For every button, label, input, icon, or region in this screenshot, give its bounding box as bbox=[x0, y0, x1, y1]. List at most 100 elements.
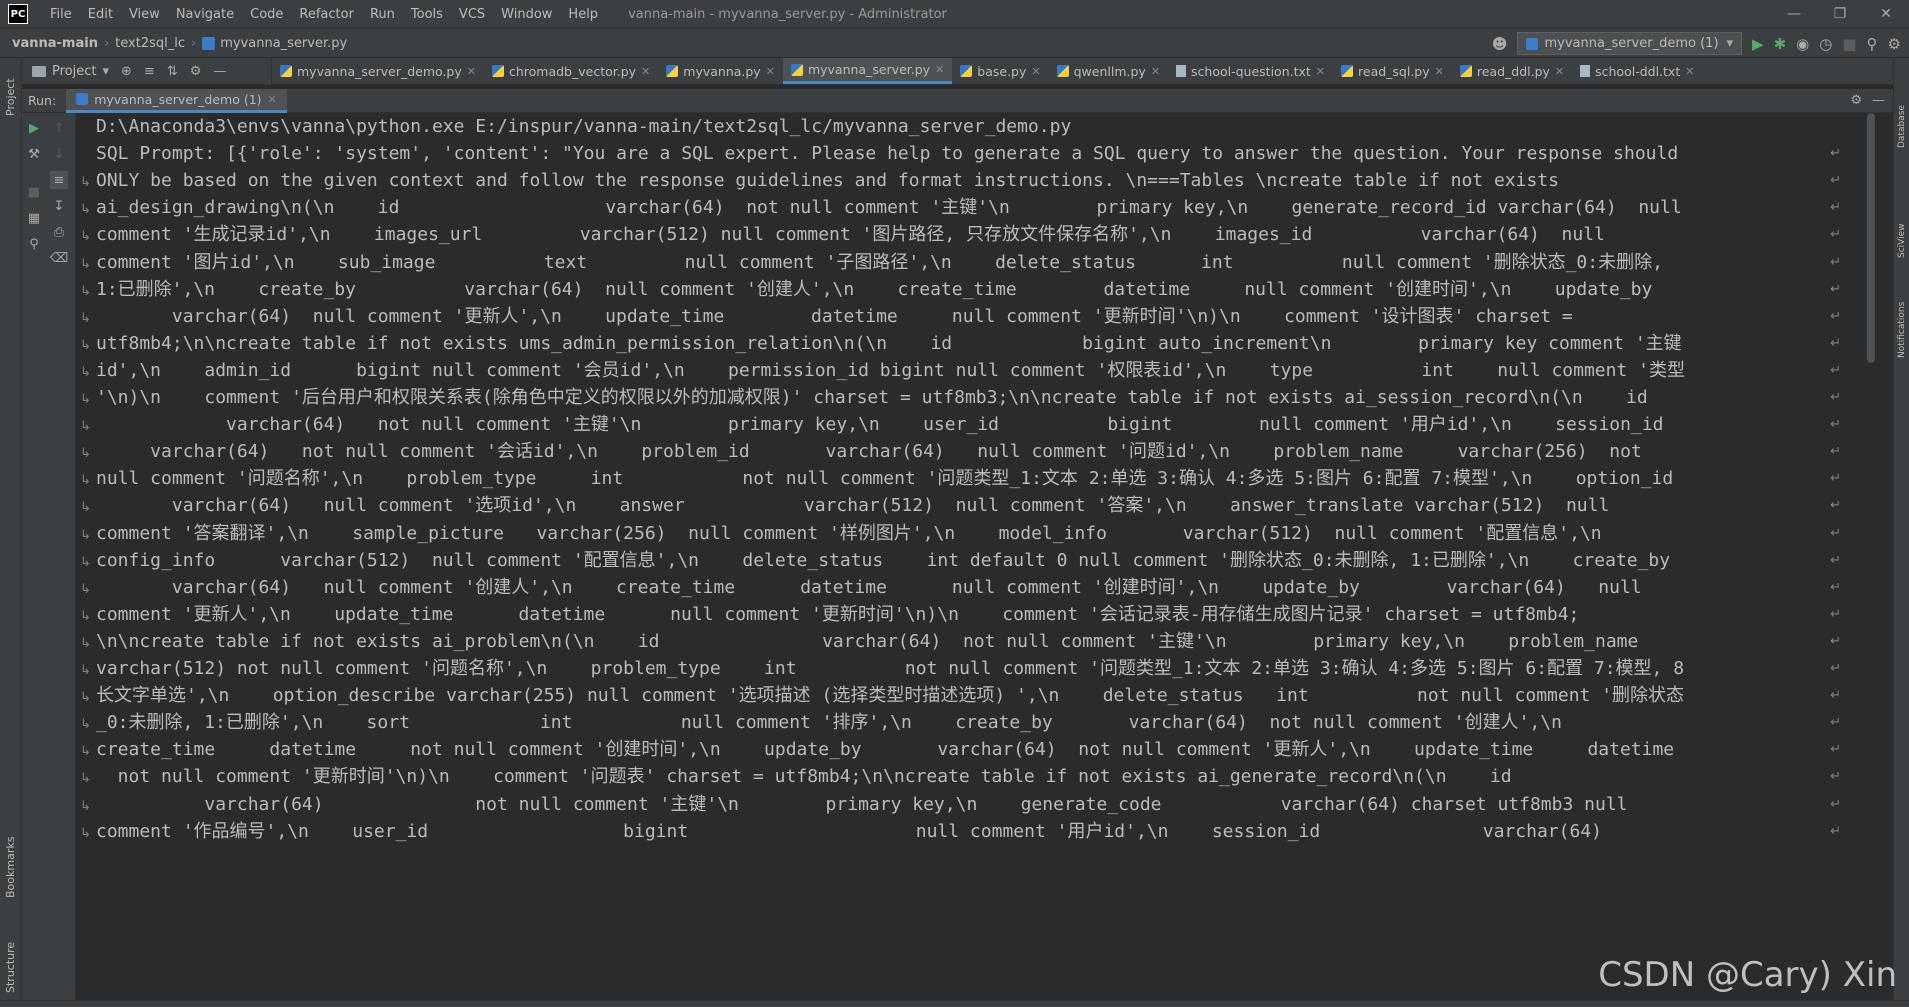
minimize-icon[interactable]: — bbox=[1771, 0, 1817, 28]
soft-wrap-marker-icon: ↵ bbox=[1830, 688, 1841, 704]
tab-label: myvanna.py bbox=[683, 63, 761, 79]
breadcrumb-project[interactable]: vanna-main bbox=[12, 36, 98, 51]
console-line: \n\ncreate table if not exists ai_proble… bbox=[96, 630, 1639, 652]
rerun-icon[interactable]: ▶ bbox=[25, 119, 43, 137]
close-tab-icon[interactable]: ✕ bbox=[1685, 65, 1694, 78]
print-icon[interactable]: ⎙ bbox=[50, 223, 68, 241]
close-tab-icon[interactable]: ✕ bbox=[268, 93, 277, 106]
right-tool-stripe: Database SciView Notifications bbox=[1893, 58, 1909, 1000]
close-tab-icon[interactable]: ✕ bbox=[1316, 65, 1325, 78]
console-scrollbar[interactable] bbox=[1867, 113, 1875, 363]
trash-icon[interactable]: ⌫ bbox=[50, 249, 68, 267]
tab-qwenllm[interactable]: qwenllm.py ✕ bbox=[1049, 58, 1168, 84]
wrap-continuation-icon: ↳ bbox=[80, 771, 91, 787]
menu-file[interactable]: File bbox=[42, 7, 80, 22]
menu-window[interactable]: Window bbox=[493, 7, 560, 22]
close-tab-icon[interactable]: ✕ bbox=[1151, 65, 1160, 78]
python-file-icon bbox=[280, 65, 292, 77]
profile-icon[interactable]: ◷ bbox=[1819, 35, 1832, 53]
wrap-continuation-icon: ↳ bbox=[80, 825, 91, 841]
close-tab-icon[interactable]: ✕ bbox=[935, 63, 944, 76]
soft-wrap-marker-icon: ↵ bbox=[1830, 823, 1841, 839]
tab-read-ddl[interactable]: read_ddl.py ✕ bbox=[1452, 58, 1572, 84]
settings-icon[interactable]: ⚙ bbox=[1888, 35, 1901, 53]
menu-view[interactable]: View bbox=[121, 7, 168, 22]
menu-navigate[interactable]: Navigate bbox=[168, 7, 242, 22]
layout-icon[interactable]: ▦ bbox=[25, 209, 43, 227]
run-icon[interactable]: ▶ bbox=[1752, 35, 1764, 53]
tab-myvanna-server[interactable]: myvanna_server.py ✕ bbox=[782, 58, 953, 84]
database-tool-button[interactable]: Database bbox=[1897, 105, 1907, 148]
notifications-tool-button[interactable]: Notifications bbox=[1897, 302, 1907, 358]
console-line: create_time datetime not null comment '创… bbox=[96, 739, 1675, 761]
stop-icon[interactable]: ■ bbox=[25, 183, 43, 201]
chevron-right-icon: › bbox=[191, 35, 197, 51]
close-tab-icon[interactable]: ✕ bbox=[641, 65, 650, 78]
wrench-icon[interactable]: ⚒ bbox=[25, 145, 43, 163]
gear-icon[interactable]: ⚙ bbox=[1850, 93, 1862, 108]
tab-school-ddl[interactable]: school-ddl.txt ✕ bbox=[1572, 58, 1702, 84]
project-tool-button[interactable]: Project bbox=[4, 78, 17, 116]
tab-myvanna[interactable]: myvanna.py ✕ bbox=[658, 58, 783, 84]
menu-help[interactable]: Help bbox=[560, 7, 606, 22]
collapse-all-icon[interactable]: ⇅ bbox=[167, 64, 178, 79]
tab-base[interactable]: base.py ✕ bbox=[952, 58, 1048, 84]
menu-run[interactable]: Run bbox=[362, 7, 403, 22]
run-toolbar: ▶ ↑ ⚒ ↓ ≡ ■ ↧ ▦ ⎙ ⚲ ⌫ bbox=[22, 113, 76, 1000]
stop-icon[interactable]: ■ bbox=[1842, 35, 1856, 53]
sciview-tool-button[interactable]: SciView bbox=[1897, 223, 1907, 258]
console-line: utf8mb4;\n\ncreate table if not exists u… bbox=[96, 332, 1682, 354]
wrap-continuation-icon: ↳ bbox=[80, 202, 91, 218]
close-icon[interactable]: ✕ bbox=[1863, 0, 1909, 28]
tab-myvanna-server-demo[interactable]: myvanna_server_demo.py ✕ bbox=[272, 58, 484, 84]
restore-icon[interactable]: ❐ bbox=[1817, 0, 1863, 28]
expand-all-icon[interactable]: ≡ bbox=[144, 64, 155, 79]
locate-icon[interactable]: ⊕ bbox=[121, 64, 132, 79]
breadcrumb-folder[interactable]: text2sql_lc bbox=[115, 36, 185, 51]
soft-wrap-icon[interactable]: ≡ bbox=[50, 171, 68, 189]
soft-wrap-marker-icon: ↵ bbox=[1830, 335, 1841, 351]
tab-chromadb-vector[interactable]: chromadb_vector.py ✕ bbox=[484, 58, 658, 84]
hide-panel-icon[interactable]: — bbox=[1872, 93, 1885, 108]
run-config-selector[interactable]: myvanna_server_demo (1) ▾ bbox=[1517, 32, 1743, 55]
down-arrow-icon[interactable]: ↓ bbox=[50, 145, 68, 163]
wrap-continuation-icon: ↳ bbox=[80, 608, 91, 624]
close-tab-icon[interactable]: ✕ bbox=[467, 65, 476, 78]
tab-label: myvanna_server_demo.py bbox=[297, 63, 462, 79]
pin-icon[interactable]: ⚲ bbox=[25, 235, 43, 253]
search-icon[interactable]: ⚲ bbox=[1867, 35, 1878, 53]
wrap-continuation-icon: ↳ bbox=[80, 337, 91, 353]
gear-icon[interactable]: ⚙ bbox=[190, 64, 202, 79]
soft-wrap-marker-icon: ↵ bbox=[1830, 661, 1841, 676]
breadcrumb-file[interactable]: myvanna_server.py bbox=[220, 36, 347, 51]
tab-school-question[interactable]: school-question.txt ✕ bbox=[1168, 58, 1333, 84]
left-tool-stripe: Project Bookmarks Structure bbox=[0, 58, 22, 1000]
close-tab-icon[interactable]: ✕ bbox=[766, 65, 775, 78]
close-tab-icon[interactable]: ✕ bbox=[1031, 65, 1040, 78]
coverage-icon[interactable]: ◉ bbox=[1796, 35, 1809, 53]
close-tab-icon[interactable]: ✕ bbox=[1555, 65, 1564, 78]
wrap-continuation-icon: ↳ bbox=[80, 364, 91, 380]
debug-icon[interactable]: ✱ bbox=[1774, 35, 1787, 53]
menu-edit[interactable]: Edit bbox=[80, 7, 121, 22]
menu-code[interactable]: Code bbox=[242, 7, 291, 22]
title-bar: PC File Edit View Navigate Code Refactor… bbox=[0, 0, 1909, 28]
console-line: SQL Prompt: [{'role': 'system', 'content… bbox=[96, 143, 1679, 165]
run-tab[interactable]: myvanna_server_demo (1) ✕ bbox=[66, 88, 287, 113]
menu-refactor[interactable]: Refactor bbox=[291, 7, 362, 22]
python-file-icon bbox=[491, 65, 504, 77]
python-config-icon bbox=[1526, 37, 1539, 50]
navigation-bar: vanna-main › text2sql_lc › myvanna_serve… bbox=[0, 28, 1909, 58]
up-arrow-icon[interactable]: ↑ bbox=[50, 119, 68, 137]
user-icon[interactable]: ☻ bbox=[1492, 35, 1508, 53]
menu-tools[interactable]: Tools bbox=[403, 7, 451, 22]
close-tab-icon[interactable]: ✕ bbox=[1435, 65, 1444, 78]
scroll-to-end-icon[interactable]: ↧ bbox=[50, 197, 68, 215]
run-console-output[interactable]: D:\Anaconda3\envs\vanna\python.exe E:/in… bbox=[76, 113, 1877, 1000]
bookmarks-tool-button[interactable]: Bookmarks bbox=[4, 837, 17, 898]
tab-read-sql[interactable]: read_sql.py ✕ bbox=[1333, 58, 1452, 84]
structure-tool-button[interactable]: Structure bbox=[4, 942, 17, 993]
hide-icon[interactable]: — bbox=[213, 64, 226, 79]
menu-vcs[interactable]: VCS bbox=[451, 7, 493, 22]
project-view-selector[interactable]: Project ▾ bbox=[32, 64, 109, 79]
